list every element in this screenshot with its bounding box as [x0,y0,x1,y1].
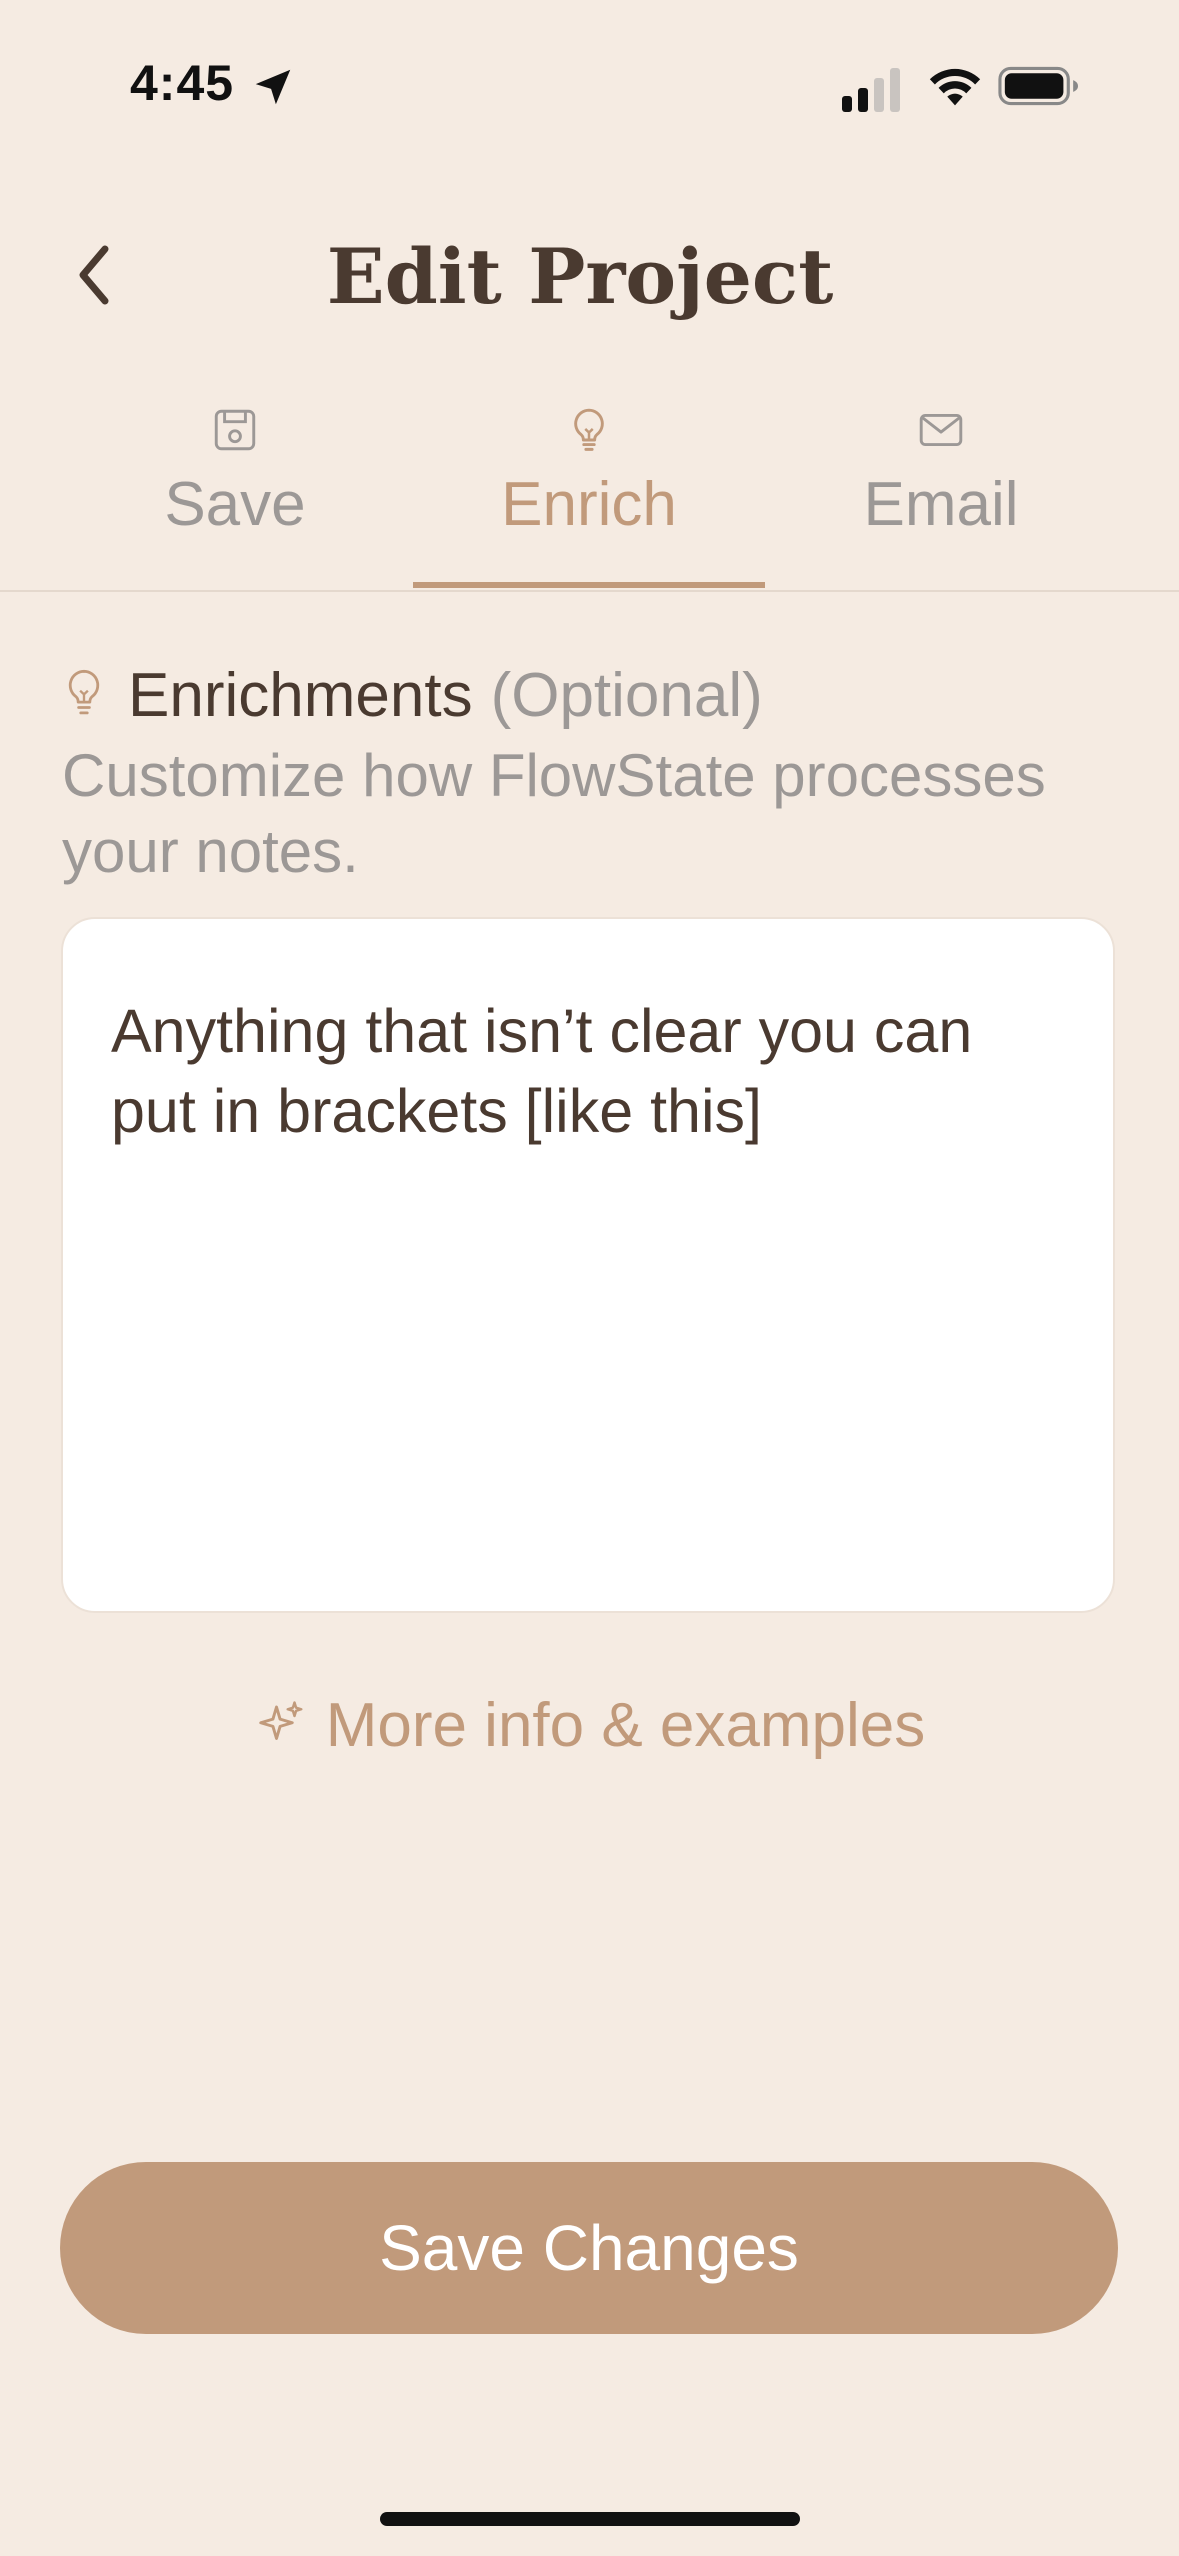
lightbulb-icon [68,669,100,715]
save-changes-button[interactable]: Save Changes [60,2162,1118,2334]
page-title: Edit Project [326,232,834,321]
floppy-disk-icon [214,409,256,451]
section-title: Enrichments [128,660,473,730]
sparkle-icon [258,1701,303,1740]
more-info-link[interactable]: More info & examples [0,1685,1179,1765]
tab-label: Enrich [501,470,677,539]
tab-label: Save [164,470,306,539]
tab-enrich[interactable]: Enrich [414,395,764,590]
lightbulb-icon [574,408,604,451]
save-changes-label: Save Changes [379,2212,799,2284]
status-time: 4:45 [130,55,235,111]
tab-save[interactable]: Save [60,395,410,590]
wifi-icon [929,68,981,106]
status-bar: 4:45 [0,0,1179,140]
tab-bar: Save Enrich Email [0,395,1179,592]
section-description: Customize how FlowState processes your n… [62,742,1046,885]
active-tab-indicator [413,582,765,588]
tab-email[interactable]: Email [766,395,1116,590]
envelope-icon [919,413,963,447]
home-indicator[interactable] [380,2512,800,2526]
location-arrow-icon [255,69,291,105]
enrichments-heading: Enrichments (Optional) [62,655,763,735]
more-info-label: More info & examples [325,1690,926,1760]
cellular-signal-icon [842,68,900,112]
enrichments-textarea[interactable]: Anything that isn’t clear you can put in… [61,917,1115,1613]
tab-label: Email [863,470,1019,539]
battery-icon [998,66,1079,106]
optional-label: (Optional) [490,660,763,730]
